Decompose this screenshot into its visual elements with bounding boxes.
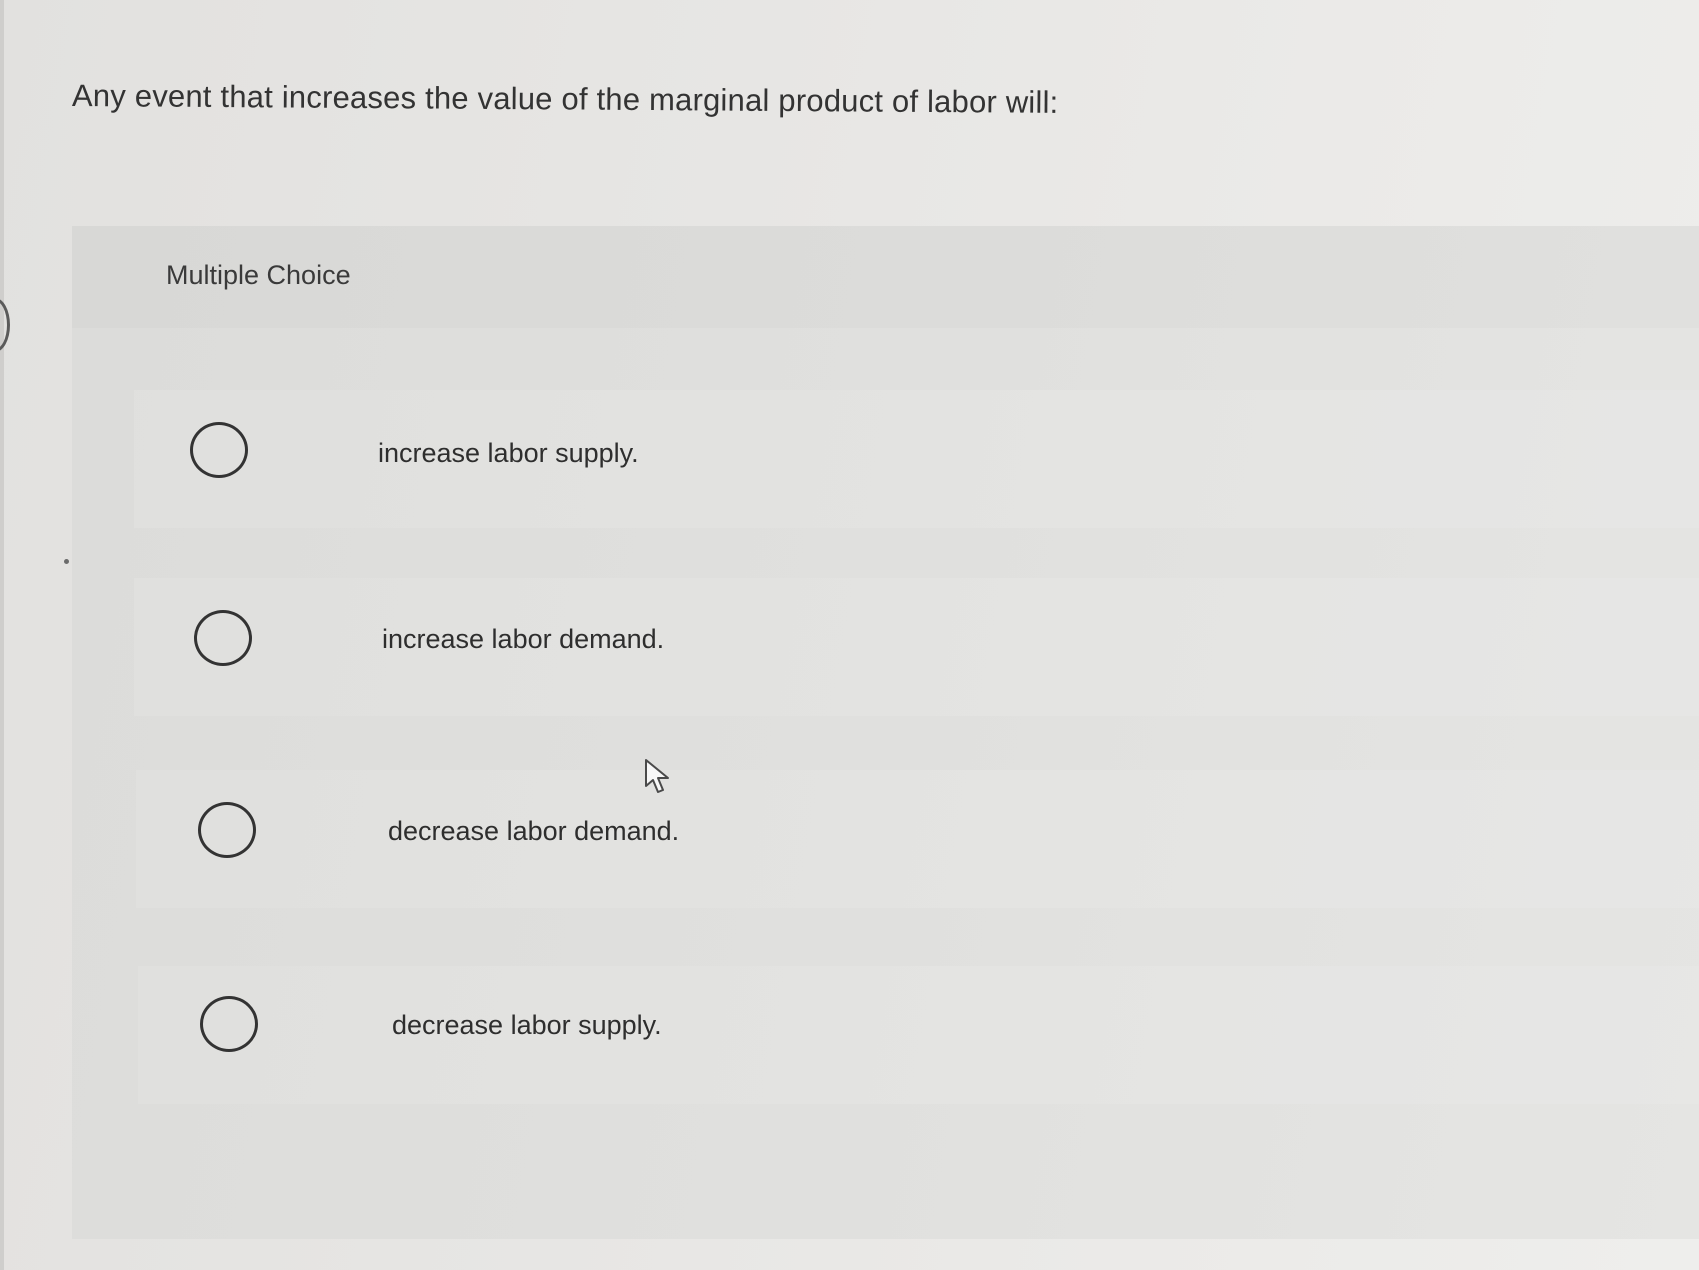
mouse-pointer-icon [645,759,669,793]
option-label: increase labor supply. [378,438,639,468]
option-label: increase labor demand. [382,624,665,654]
side-marker-dot [64,559,69,564]
radio-button-icon[interactable] [190,422,248,478]
option-increase-labor-demand[interactable]: increase labor demand. [134,578,1699,716]
option-label: decrease labor demand. [388,816,680,846]
option-label: decrease labor supply. [392,1010,662,1040]
option-increase-labor-supply[interactable]: increase labor supply. [134,390,1699,528]
side-tab-handle[interactable] [0,298,10,352]
multiple-choice-panel: Multiple Choice increase labor supply. i… [72,226,1699,1239]
panel-header: Multiple Choice [72,226,1699,328]
question-text: Any event that increases the value of th… [71,78,1059,120]
radio-button-icon[interactable] [200,996,258,1052]
option-decrease-labor-demand[interactable]: decrease labor demand. [136,770,1699,908]
radio-button-icon[interactable] [194,610,252,666]
option-decrease-labor-supply[interactable]: decrease labor supply. [138,966,1699,1104]
multiple-choice-label: Multiple Choice [166,260,351,290]
radio-button-icon[interactable] [198,802,256,858]
left-edge-border [0,0,4,1270]
